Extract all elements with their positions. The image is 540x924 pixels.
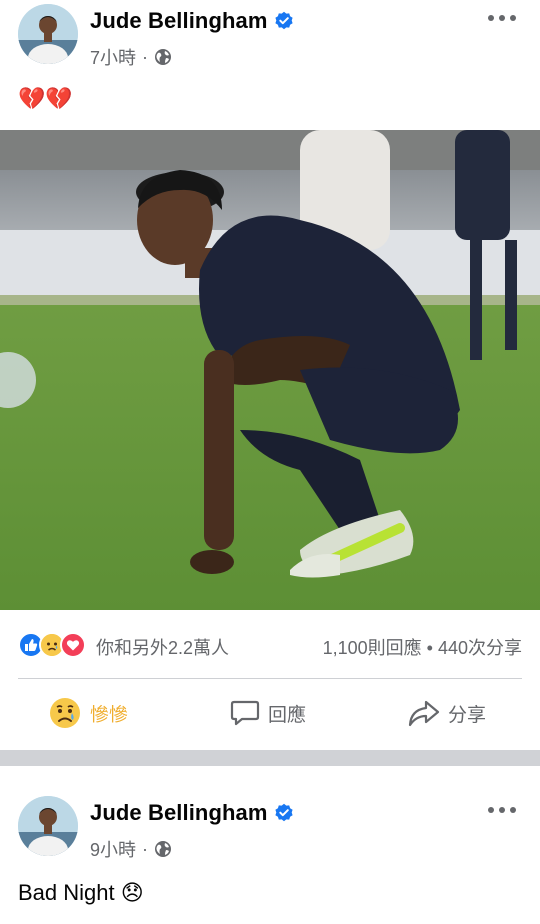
divider bbox=[18, 678, 522, 679]
reaction-count[interactable]: 你和另外2.2萬人 bbox=[96, 634, 229, 660]
post-text: 💔💔 bbox=[18, 86, 73, 111]
sad-face-icon bbox=[50, 698, 80, 728]
verified-badge-icon bbox=[274, 11, 293, 30]
post-header: Jude Bellingham 9小時 · bbox=[18, 796, 522, 860]
post-1: Jude Bellingham 7小時 · 💔💔 你和另外2.2萬人 1,100… bbox=[0, 0, 540, 750]
post-2: Jude Bellingham 9小時 · Bad Night 😞 bbox=[0, 766, 540, 924]
meta-separator: · bbox=[142, 46, 149, 67]
react-label: 慘慘 bbox=[90, 704, 129, 726]
comment-button[interactable]: 回應 bbox=[230, 688, 306, 738]
post-meta: 7小時 · bbox=[90, 44, 172, 70]
more-dot bbox=[499, 807, 505, 813]
more-dot bbox=[488, 807, 494, 813]
player-crouching-image bbox=[0, 130, 540, 610]
meta-separator: · bbox=[142, 838, 149, 859]
reaction-icons[interactable] bbox=[18, 632, 86, 658]
comments-shares-count[interactable]: 1,100則回應 • 440次分享 bbox=[323, 634, 522, 660]
author-name[interactable]: Jude Bellingham bbox=[90, 8, 268, 34]
more-dot bbox=[510, 15, 516, 21]
share-button[interactable]: 分享 bbox=[408, 688, 486, 738]
globe-icon bbox=[155, 49, 172, 65]
more-dot bbox=[488, 15, 494, 21]
post-text: Bad Night 😞 bbox=[18, 880, 144, 905]
more-options-button[interactable] bbox=[488, 10, 516, 26]
react-button[interactable]: 慘慘 bbox=[48, 688, 128, 738]
avatar[interactable] bbox=[18, 4, 78, 64]
post-time[interactable]: 9小時 bbox=[90, 836, 136, 862]
action-bar: 慘慘 回應 分享 bbox=[0, 688, 540, 738]
comment-label: 回應 bbox=[268, 704, 307, 726]
feed-separator bbox=[0, 750, 540, 766]
post-time[interactable]: 7小時 bbox=[90, 44, 136, 70]
post-header: Jude Bellingham 7小時 · bbox=[18, 4, 522, 68]
post-meta: 9小時 · bbox=[90, 836, 172, 862]
share-label: 分享 bbox=[448, 704, 487, 726]
globe-icon bbox=[155, 841, 172, 857]
reaction-stats: 你和另外2.2萬人 1,100則回應 • 440次分享 bbox=[18, 628, 522, 662]
more-dot bbox=[499, 15, 505, 21]
avatar[interactable] bbox=[18, 796, 78, 856]
post-photo[interactable] bbox=[0, 130, 540, 610]
share-icon bbox=[408, 700, 440, 727]
more-dot bbox=[510, 807, 516, 813]
love-icon bbox=[60, 632, 86, 658]
more-options-button[interactable] bbox=[488, 802, 516, 818]
verified-badge-icon bbox=[274, 803, 293, 822]
comment-icon bbox=[230, 700, 260, 726]
author-name[interactable]: Jude Bellingham bbox=[90, 800, 268, 826]
